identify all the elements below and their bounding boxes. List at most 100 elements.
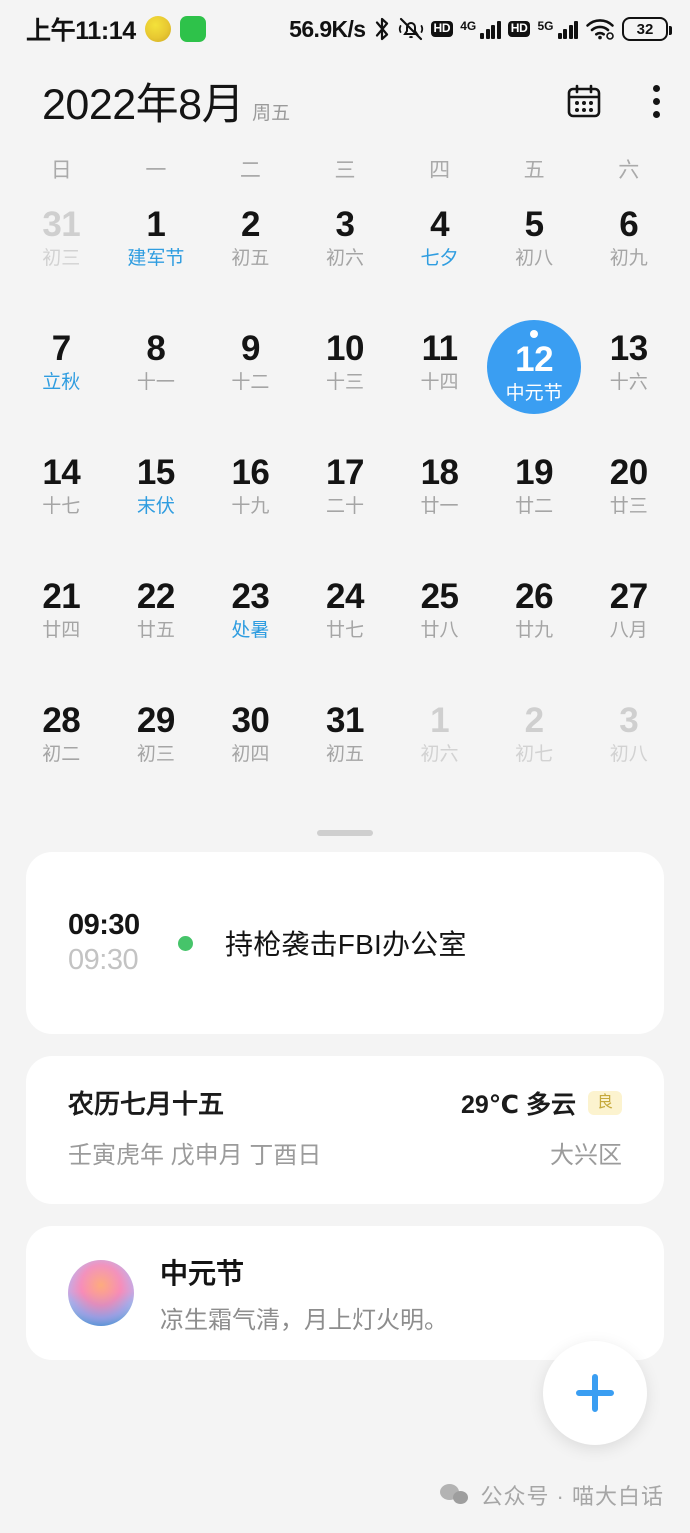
mute-vibrate-icon	[398, 17, 423, 41]
festival-text-group: 中元节 凉生霜气清，月上灯火明。	[160, 1252, 448, 1335]
ganzhi-label: 壬寅虎年 戊申月 丁酉日	[68, 1142, 322, 1169]
more-vertical-icon[interactable]	[652, 83, 660, 119]
calendar-day-cell[interactable]: 17 二十	[298, 444, 393, 564]
header-title-group[interactable]: 2022年8月 周五	[42, 70, 290, 132]
calendar-day-cell[interactable]: 14 十七	[14, 444, 109, 564]
calendar-day-number: 13	[609, 329, 648, 368]
calendar-day-cell[interactable]: 13 十六	[581, 320, 676, 440]
calendar-day-lunar-label: 十二	[231, 371, 270, 393]
calendar-day-lunar-label: 建军节	[127, 247, 185, 269]
event-title: 持枪袭击FBI办公室	[225, 929, 467, 960]
calendar-day-lunar-label: 初六	[325, 247, 364, 269]
drag-handle[interactable]	[317, 830, 373, 836]
calendar-grid: 日 一 二 三 四 五 六 31 初三 1 建军节 2 初五 3 初六 4 七夕 5 初八 6 初九 7 立秋…	[0, 144, 690, 812]
calendar-day-lunar-label: 十四	[420, 371, 459, 393]
calendar-day-cell[interactable]: 25 廿八	[392, 568, 487, 688]
calendar-day-number: 2	[240, 205, 260, 244]
festival-description: 凉生霜气清，月上灯火明。	[160, 1306, 448, 1334]
calendar-day-cell[interactable]: 2 初七	[487, 692, 582, 812]
calendar-day-cell[interactable]: 9 十二	[203, 320, 298, 440]
bluetooth-icon	[375, 17, 388, 41]
calendar-day-cell[interactable]: 20 廿三	[581, 444, 676, 564]
calendar-day-number: 16	[231, 453, 270, 492]
lunar-date-label: 农历七月十五	[68, 1089, 225, 1119]
calendar-day-cell[interactable]: 29 初三	[109, 692, 204, 812]
drag-handle-area[interactable]	[0, 816, 690, 852]
status-bar-left: 上午11:14	[26, 11, 206, 47]
calendar-day-cell[interactable]: 21 廿四	[14, 568, 109, 688]
calendar-day-cell[interactable]: 18 廿一	[392, 444, 487, 564]
calendar-day-cell[interactable]: 2 初五	[203, 196, 298, 316]
weekday-header: 五	[523, 159, 545, 182]
calendar-day-cell[interactable]: 22 廿五	[109, 568, 204, 688]
calendar-day-cell[interactable]: 10 十三	[298, 320, 393, 440]
calendar-day-number: 7	[51, 329, 71, 368]
calendar-day-number: 4	[430, 205, 450, 244]
event-indicator-dot	[530, 330, 539, 338]
calendar-day-cell[interactable]: 23 处暑	[203, 568, 298, 688]
calendar-day-cell[interactable]: 1 建军节	[109, 196, 204, 316]
weather-label: 29℃ 多云	[460, 1090, 576, 1119]
calendar-day-lunar-label: 初二	[42, 743, 81, 765]
calendar-day-number: 31	[42, 205, 81, 244]
weekday-header: 日	[50, 159, 72, 182]
status-bar: 上午11:14 56.9K/s HD 4G HD 5G 32	[0, 0, 690, 58]
calendar-day-number: 3	[335, 205, 355, 244]
status-bar-clock: 上午11:14	[26, 17, 136, 45]
calendar-day-lunar-label: 廿四	[42, 619, 81, 641]
calendar-day-cell[interactable]: 16 十九	[203, 444, 298, 564]
calendar-day-lunar-label: 十九	[231, 495, 270, 517]
calendar-day-number: 14	[42, 453, 81, 492]
calendar-day-cell[interactable]: 4 七夕	[392, 196, 487, 316]
signal-bars-2-icon	[557, 19, 578, 39]
calendar-day-number: 6	[619, 205, 639, 244]
calendar-day-cell[interactable]: 19 廿二	[487, 444, 582, 564]
network-speed-label: 56.9K/s	[289, 15, 366, 42]
event-end-time: 09:30	[68, 944, 139, 976]
calendar-day-lunar-label: 初六	[420, 743, 459, 765]
weather-group: 29℃ 多云 良	[461, 1085, 622, 1121]
calendar-day-number: 27	[609, 577, 648, 616]
calendar-day-cell[interactable]: 28 初二	[14, 692, 109, 812]
add-event-fab[interactable]	[543, 1341, 647, 1445]
calendar-day-number: 1	[146, 205, 166, 244]
calendar-day-cell[interactable]: 5 初八	[487, 196, 582, 316]
calendar-day-cell[interactable]: 12 中元节	[487, 320, 582, 440]
calendar-icon[interactable]	[566, 83, 602, 119]
calendar-day-number: 5	[524, 205, 544, 244]
calendar-week-row: 7 立秋 8 十一 9 十二 10 十三 11 十四 12 中元节 13 十六	[14, 320, 676, 440]
lunar-weather-card[interactable]: 农历七月十五 29℃ 多云 良 壬寅虎年 戊申月 丁酉日 大兴区	[26, 1056, 664, 1204]
calendar-day-cell[interactable]: 27 八月	[581, 568, 676, 688]
calendar-day-cell[interactable]: 1 初六	[392, 692, 487, 812]
calendar-weeks: 31 初三 1 建军节 2 初五 3 初六 4 七夕 5 初八 6 初九 7 立秋 8 十一 9 十二 10 十三 11 十四…	[14, 196, 676, 812]
calendar-day-lunar-label: 处暑	[231, 619, 270, 641]
calendar-day-cell[interactable]: 31 初三	[14, 196, 109, 316]
calendar-day-lunar-label: 中元节	[505, 382, 563, 404]
calendar-day-cell[interactable]: 8 十一	[109, 320, 204, 440]
calendar-day-number: 24	[326, 577, 364, 616]
aqi-badge: 良	[587, 1090, 622, 1115]
watermark-text: 公众号 · 喵大白话	[480, 1484, 664, 1509]
calendar-day-cell[interactable]: 26 廿九	[487, 568, 582, 688]
calendar-day-cell[interactable]: 15 末伏	[109, 444, 204, 564]
signal-bars-1-icon	[480, 19, 501, 39]
weekday-header: 六	[618, 159, 640, 182]
calendar-day-cell[interactable]: 24 廿七	[298, 568, 393, 688]
calendar-day-number: 15	[136, 453, 175, 492]
calendar-day-lunar-label: 初九	[609, 247, 648, 269]
watermark: 公众号 · 喵大白话	[440, 1479, 664, 1511]
calendar-day-cell[interactable]: 31 初五	[298, 692, 393, 812]
calendar-day-cell[interactable]: 30 初四	[203, 692, 298, 812]
event-card[interactable]: 09:30 09:30 持枪袭击FBI办公室	[26, 852, 664, 1034]
calendar-day-cell[interactable]: 6 初九	[581, 196, 676, 316]
calendar-day-cell[interactable]: 7 立秋	[14, 320, 109, 440]
event-time-group: 09:30 09:30	[26, 909, 178, 977]
notification-badge-green-icon	[179, 16, 206, 42]
lunar-weather-row-secondary: 壬寅虎年 戊申月 丁酉日 大兴区	[68, 1135, 622, 1170]
calendar-day-cell[interactable]: 11 十四	[392, 320, 487, 440]
festival-card[interactable]: 中元节 凉生霜气清，月上灯火明。	[26, 1226, 664, 1360]
calendar-day-cell[interactable]: 3 初八	[581, 692, 676, 812]
calendar-day-cell[interactable]: 3 初六	[298, 196, 393, 316]
calendar-day-number: 9	[240, 329, 260, 368]
event-start-time: 09:30	[68, 909, 140, 941]
